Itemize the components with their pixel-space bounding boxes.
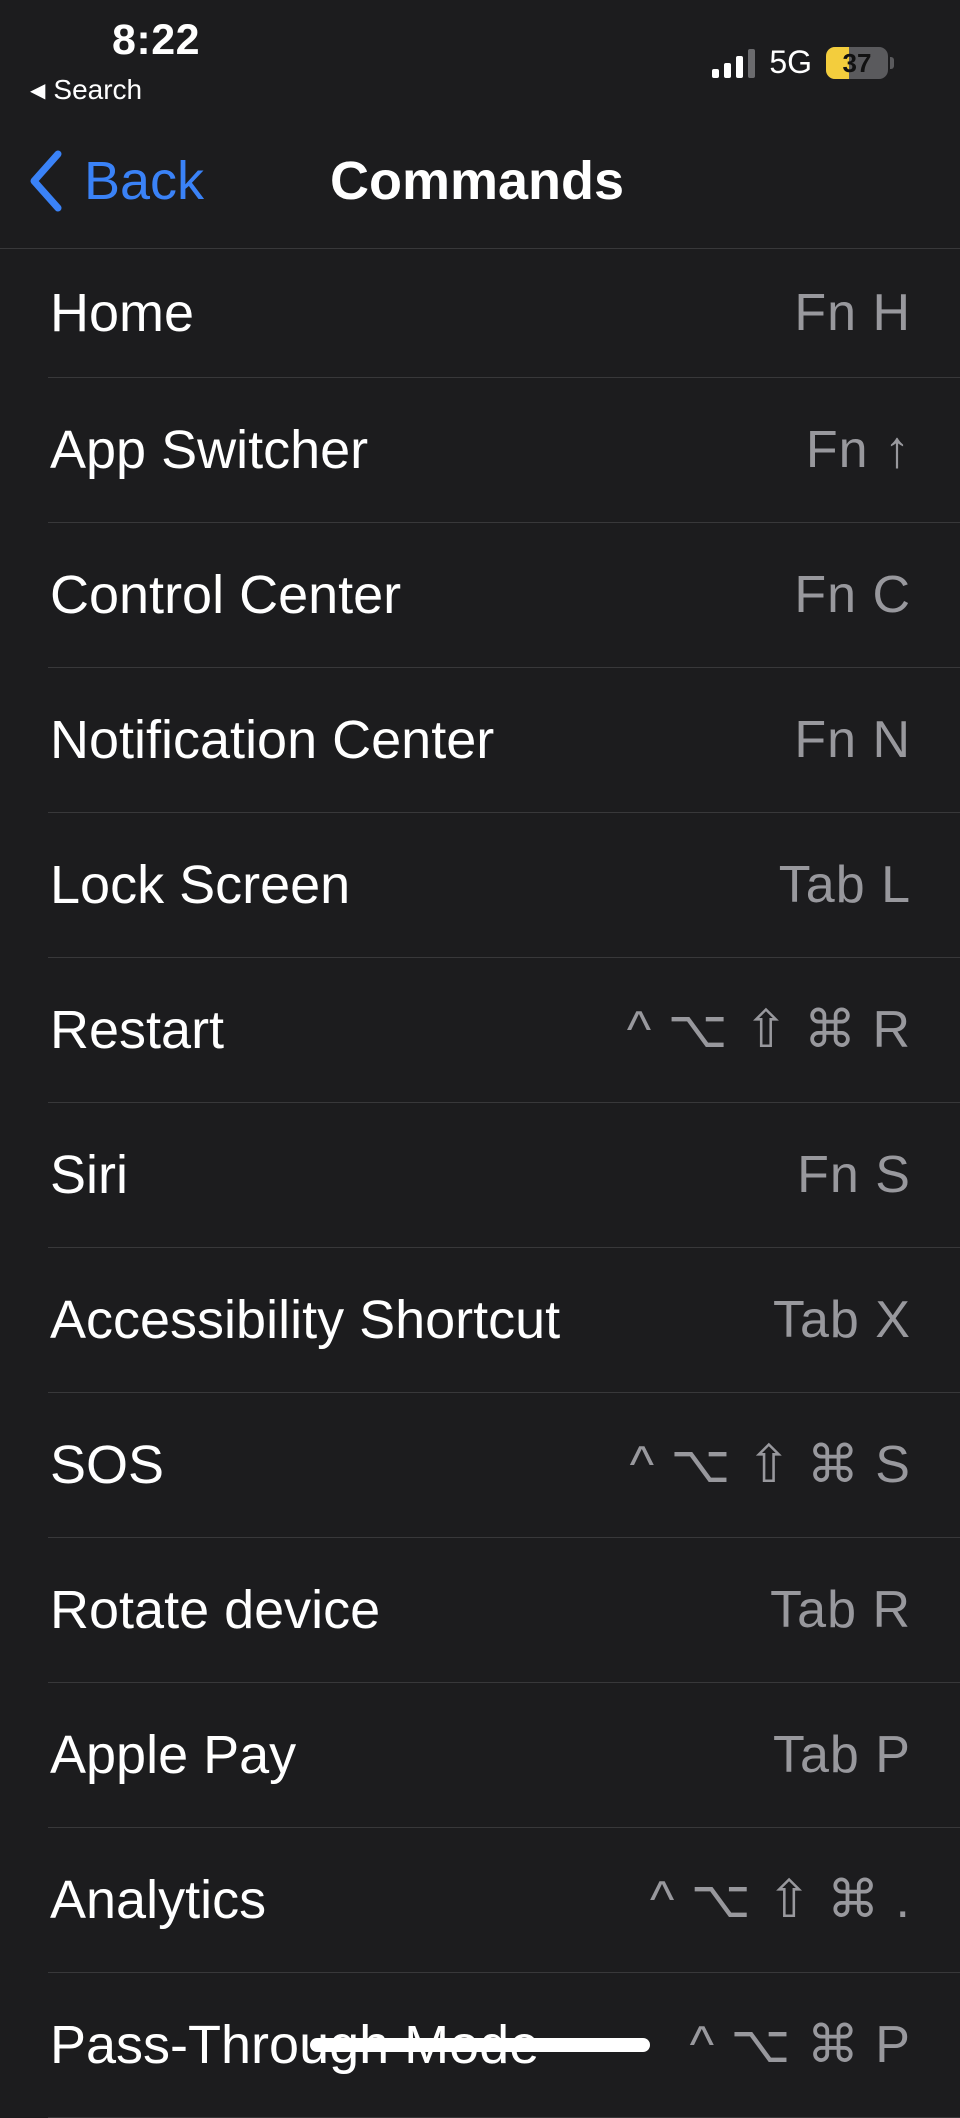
command-shortcut: ^ ⌥ ⇧ ⌘ R	[626, 1001, 911, 1059]
command-label: Accessibility Shortcut	[50, 1290, 561, 1350]
command-label: Home	[50, 283, 195, 343]
command-label: Apple Pay	[50, 1725, 297, 1785]
command-label: Analytics	[50, 1870, 267, 1930]
command-shortcut: Fn S	[797, 1146, 911, 1204]
command-label: SOS	[50, 1435, 165, 1495]
command-shortcut: Tab L	[778, 856, 911, 914]
command-label: Lock Screen	[50, 855, 351, 915]
command-shortcut: Fn N	[794, 711, 911, 769]
command-row-accessibility-shortcut[interactable]: Accessibility Shortcut Tab X	[48, 1248, 960, 1393]
battery-percent: 37	[842, 47, 872, 78]
back-to-app-link[interactable]: ◀ Search	[30, 74, 142, 106]
chevron-left-icon	[30, 150, 62, 212]
command-label: App Switcher	[50, 420, 369, 480]
status-indicators: 5G 37	[712, 44, 894, 81]
back-button-label: Back	[84, 151, 205, 211]
command-row-sos[interactable]: SOS ^ ⌥ ⇧ ⌘ S	[48, 1393, 960, 1538]
command-row-siri[interactable]: Siri Fn S	[48, 1103, 960, 1248]
command-label: Rotate device	[50, 1580, 381, 1640]
command-shortcut: Fn H	[794, 284, 911, 342]
back-to-app-label: Search	[53, 74, 143, 105]
command-label: Notification Center	[50, 710, 495, 770]
battery-icon: 37	[826, 46, 888, 79]
command-label: Siri	[50, 1145, 128, 1205]
command-row-lock-screen[interactable]: Lock Screen Tab L	[48, 813, 960, 958]
command-shortcut: ^ ⌥ ⇧ ⌘ S	[629, 1436, 911, 1494]
command-label: Restart	[50, 1000, 225, 1060]
status-time: 8:22	[112, 16, 201, 64]
page-title: Commands	[330, 151, 625, 211]
command-shortcut: Tab P	[773, 1726, 911, 1784]
command-shortcut: Fn ↑	[805, 421, 911, 479]
commands-list: Home Fn H App Switcher Fn ↑ Control Cent…	[0, 249, 960, 2118]
network-type: 5G	[769, 44, 812, 80]
command-row-app-switcher[interactable]: App Switcher Fn ↑	[48, 378, 960, 523]
command-row-apple-pay[interactable]: Apple Pay Tab P	[48, 1683, 960, 1828]
back-button[interactable]: Back	[26, 148, 204, 214]
command-row-control-center[interactable]: Control Center Fn C	[48, 523, 960, 668]
battery-tip	[890, 56, 894, 69]
cellular-signal-icon	[712, 48, 756, 78]
back-triangle-icon: ◀	[30, 79, 46, 102]
command-shortcut: Tab R	[770, 1581, 911, 1639]
command-label: Control Center	[50, 565, 402, 625]
command-shortcut: ^ ⌥ ⌘ P	[689, 2016, 911, 2074]
command-row-restart[interactable]: Restart ^ ⌥ ⇧ ⌘ R	[48, 958, 960, 1103]
navigation-bar: Back Commands	[0, 120, 960, 249]
command-row-notification-center[interactable]: Notification Center Fn N	[48, 668, 960, 813]
command-row-home[interactable]: Home Fn H	[48, 249, 960, 378]
command-shortcut: Tab X	[773, 1291, 911, 1349]
command-row-analytics[interactable]: Analytics ^ ⌥ ⇧ ⌘ .	[48, 1828, 960, 1973]
status-bar: 8:22 ◀ Search 5G 37	[0, 0, 960, 120]
home-indicator[interactable]	[310, 2038, 650, 2052]
command-shortcut: Fn C	[794, 566, 911, 624]
command-row-rotate-device[interactable]: Rotate device Tab R	[48, 1538, 960, 1683]
command-shortcut: ^ ⌥ ⇧ ⌘ .	[649, 1871, 911, 1929]
